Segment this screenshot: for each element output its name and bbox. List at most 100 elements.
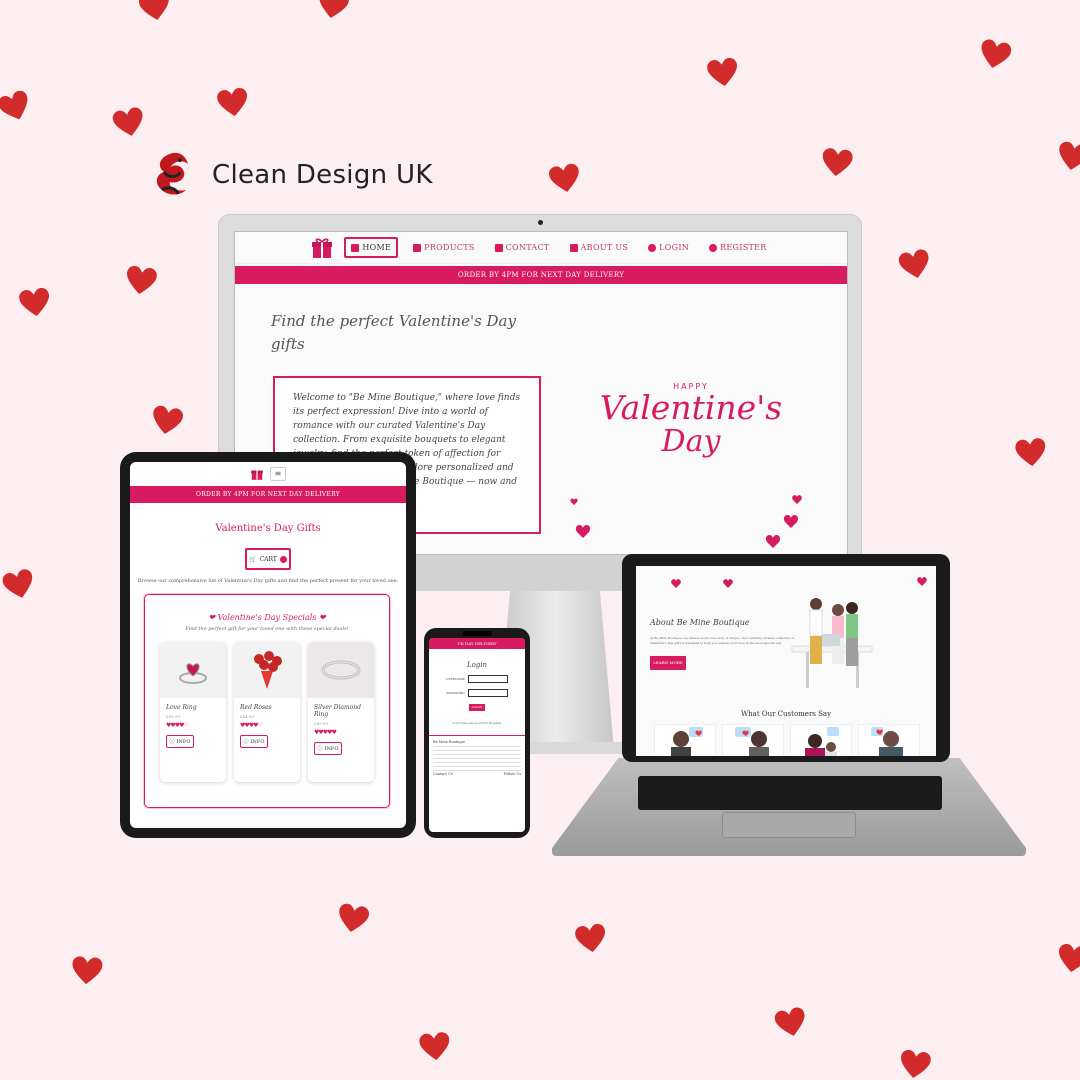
contact-title: Contact Us (433, 771, 453, 776)
heart-icon (138, 0, 173, 24)
tablet-description: Browse our comprehensive list of Valenti… (137, 578, 399, 584)
specials-box: ❤ Valentine's Day Specials ❤ Find the pe… (144, 594, 390, 808)
gift-logo-icon[interactable] (250, 467, 264, 481)
delivery-banner: ORDER BY 4PM FOR NEXT DAY DELIVERY (235, 266, 847, 284)
phone-delivery-banner: UK DAY DELIVERY (429, 638, 525, 649)
nav-about[interactable]: ABOUT US (565, 239, 634, 256)
heart-icon (897, 247, 933, 283)
book-icon (569, 243, 578, 252)
info-label: INFO (250, 738, 265, 745)
nav-products-label: PRODUCTS (424, 243, 475, 252)
product-card: Silver Diamond Ring £49.99 ♥♥♥♥♥ ⓘ INFO (308, 642, 374, 782)
product-name: Love Ring (166, 704, 197, 711)
product-price: £59.99 (166, 714, 180, 719)
ring-icon (160, 642, 226, 698)
nav-contact-label: CONTACT (505, 243, 550, 252)
user-plus-icon (709, 243, 718, 252)
heart-icon (1, 567, 37, 603)
dragon-logo-icon (156, 152, 188, 195)
tablet-device: ≡ ORDER BY 4PM FOR NEXT DAY DELIVERY Val… (120, 452, 416, 838)
phone-device: UK DAY DELIVERY Login USERNAME PASSWORD … (424, 628, 530, 838)
product-price: £49.99 (314, 721, 328, 726)
laptop-trackpad (722, 812, 856, 838)
heart-icon (419, 1031, 452, 1064)
register-link[interactable]: Don't have an account? Register (429, 721, 525, 725)
heart-icon (111, 105, 147, 141)
brand-name: Clean Design UK (212, 160, 433, 190)
password-label: PASSWORD (446, 691, 465, 695)
login-button[interactable]: LOGIN (469, 704, 485, 711)
cart-button[interactable]: 🛒 CART (245, 548, 291, 570)
vday-valentines: Valentine's (599, 388, 783, 427)
people-illustration-icon (791, 598, 873, 688)
info-icon: ⓘ (169, 739, 175, 745)
login-title: Login (466, 661, 488, 669)
heart-icon: ❤ (208, 613, 216, 622)
desktop-nav: HOME PRODUCTS CONTACT ABOUT US LOGIN REG… (235, 232, 847, 264)
tablet-screen: ≡ ORDER BY 4PM FOR NEXT DAY DELIVERY Val… (130, 462, 406, 828)
about-text: At Be Mine Boutique, we believe every lo… (650, 636, 795, 645)
info-button[interactable]: ⓘ INFO (314, 742, 342, 755)
gift-logo-icon[interactable] (310, 236, 334, 260)
specials-title: ❤ Valentine's Day Specials ❤ (145, 613, 389, 622)
info-icon: ⓘ (243, 739, 249, 745)
nav-home[interactable]: HOME (344, 237, 399, 258)
mini-hearts-icon (570, 495, 802, 548)
info-button[interactable]: ⓘ INFO (166, 735, 194, 748)
product-name: Silver Diamond Ring (314, 704, 361, 718)
username-input[interactable] (468, 675, 509, 683)
info-button[interactable]: ⓘ INFO (240, 735, 268, 748)
phone-footer: Be Mine Boutique Contact Us Follow Us (429, 735, 525, 781)
camera-dot (538, 220, 543, 225)
follow-title: Follow Us (503, 771, 521, 776)
laptop-screen: About Be Mine Boutique At Be Mine Boutiq… (636, 566, 936, 756)
tablet-page-title: Valentine's Day Gifts (215, 523, 321, 534)
avatar (722, 724, 784, 756)
heart-icon (336, 902, 371, 937)
laptop-keyboard (638, 776, 942, 810)
nav-register[interactable]: REGISTER (704, 239, 772, 256)
nav-products[interactable]: PRODUCTS (408, 239, 479, 256)
tablet-nav: ≡ (130, 462, 406, 486)
heart-icon (150, 404, 185, 439)
nav-home-label: HOME (362, 243, 392, 252)
password-input[interactable] (467, 689, 508, 697)
info-icon: ⓘ (317, 746, 323, 752)
username-field[interactable]: USERNAME (429, 675, 525, 683)
username-label: USERNAME (445, 677, 466, 681)
product-card: Red Roses £44.99 ♥♥♥♥♡ ⓘ INFO (234, 642, 300, 782)
heart-icon (977, 37, 1013, 73)
product-card: Love Ring £59.99 ♥♥♥♥♡ ⓘ INFO (160, 642, 226, 782)
product-price: £44.99 (240, 714, 254, 719)
avatar (654, 724, 716, 756)
heart-icon (898, 1048, 932, 1080)
testimonial-avatars (654, 724, 920, 756)
heart-icon (18, 286, 52, 320)
avatar (858, 724, 920, 756)
product-rating: ♥♥♥♥♥ (314, 729, 337, 736)
diamond-ring-icon (308, 642, 374, 698)
learn-more-button[interactable]: LEARN MORE (650, 656, 686, 670)
heart-icon (316, 0, 351, 22)
hamburger-menu-icon[interactable]: ≡ (270, 467, 286, 481)
brand: Clean Design UK (150, 150, 433, 200)
cart-icon: 🛒 (249, 555, 257, 563)
heart-icon (216, 86, 250, 120)
home-icon (351, 243, 360, 252)
password-field[interactable]: PASSWORD (429, 689, 525, 697)
specials-subtitle: Find the perfect gift for your loved one… (185, 626, 349, 632)
product-rating: ♥♥♥♥♡ (240, 722, 263, 729)
heart-icon (124, 264, 158, 298)
phone-screen: UK DAY DELIVERY Login USERNAME PASSWORD … (429, 638, 525, 832)
roses-icon (234, 642, 300, 698)
heart-icon: ❤ (318, 613, 326, 622)
heart-icon (773, 1005, 809, 1041)
nav-login[interactable]: LOGIN (643, 239, 694, 256)
nav-about-label: ABOUT US (580, 243, 629, 252)
laptop-lid: About Be Mine Boutique At Be Mine Boutiq… (622, 554, 950, 762)
nav-contact[interactable]: CONTACT (490, 239, 555, 256)
nav-login-label: LOGIN (659, 243, 690, 252)
product-rating: ♥♥♥♥♡ (166, 722, 189, 729)
product-name: Red Roses (240, 704, 272, 711)
about-title: About Be Mine Boutique (650, 618, 750, 627)
